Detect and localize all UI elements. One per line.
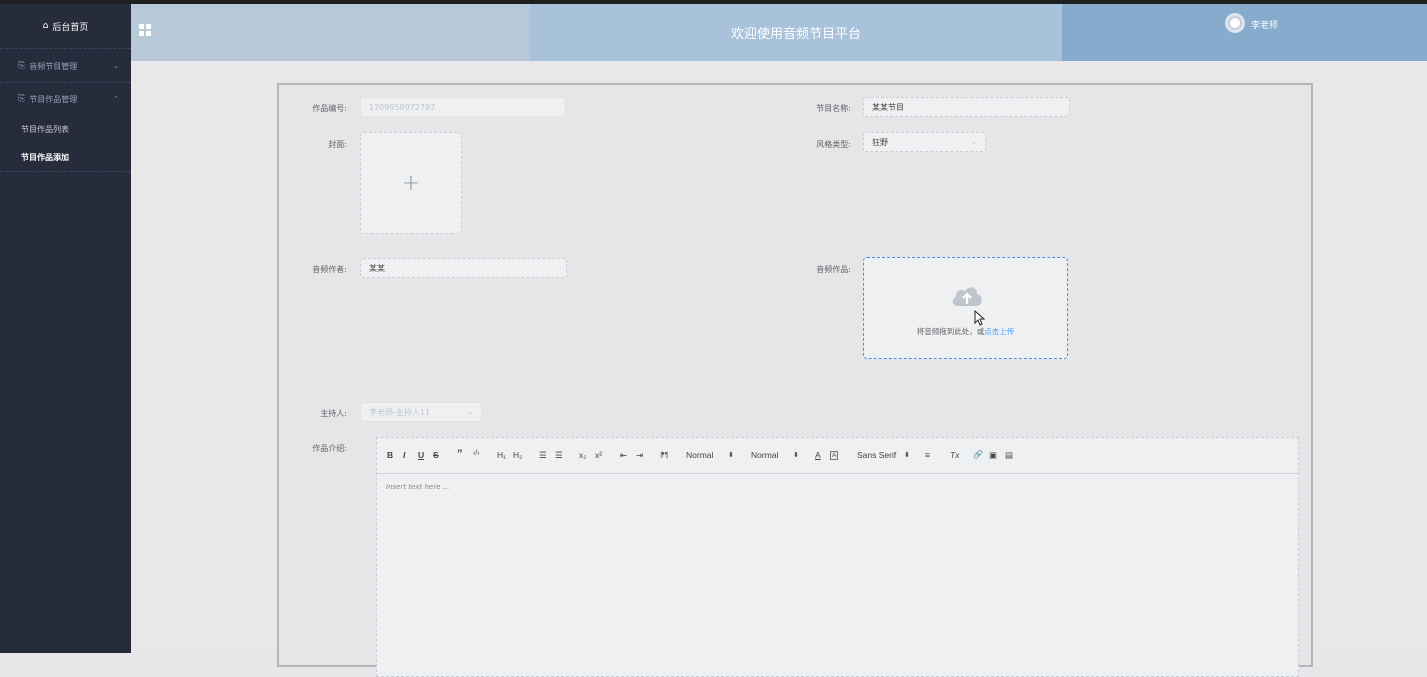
divider: [0, 48, 131, 49]
plus-icon: +: [401, 170, 421, 196]
upload-hint-text: 将音频拖到此处，或: [916, 327, 985, 336]
blockquote-button[interactable]: ”: [457, 448, 463, 460]
style-label: 风格类型:: [816, 140, 851, 149]
page-title: 欢迎使用音频节目平台: [530, 4, 1062, 61]
sidebar-menu-label: 音频节目管理: [29, 61, 78, 71]
home-icon: ⌂: [42, 21, 49, 31]
subscript-button[interactable]: x₂: [579, 450, 587, 460]
sidebar-menu-audio-program[interactable]: ⎘ 音频节目管理 ⌄: [0, 51, 131, 81]
upload-link[interactable]: 点击上传: [984, 327, 1014, 336]
id-field: 1709958972797: [360, 97, 566, 117]
name-label: 节目名称:: [816, 104, 851, 113]
author-label: 音频作者:: [312, 265, 347, 274]
superscript-button[interactable]: x²: [595, 450, 602, 460]
background-color-button[interactable]: A: [830, 451, 839, 460]
grid-menu-icon[interactable]: [139, 24, 151, 36]
work-label: 音频作品:: [816, 265, 851, 274]
code-block-button[interactable]: ‹/›: [473, 450, 480, 457]
sidebar-menu-program-works[interactable]: ⎘ 节目作品管理 ⌃: [0, 84, 131, 114]
indent-button[interactable]: ⇥: [636, 450, 643, 461]
text-color-button[interactable]: A: [815, 450, 821, 460]
sidebar-item-works-add[interactable]: 节目作品添加: [0, 143, 131, 171]
bold-button[interactable]: B: [387, 450, 393, 460]
editor-toolbar: B I U S ” ‹/› H₁ H₂ ☰ ☰ x₂ x² ⇤ ⇥ ⁋¶ Nor…: [377, 438, 1298, 474]
sidebar-home[interactable]: ⌂ 后台首页: [0, 4, 131, 48]
image-button[interactable]: ▣: [989, 450, 997, 461]
font-select[interactable]: Sans Serif: [857, 450, 896, 460]
author-field[interactable]: 某某: [360, 258, 567, 278]
document-icon: ⎘: [18, 94, 26, 104]
editor-placeholder[interactable]: Insert text here ...: [386, 483, 449, 491]
chevron-down-icon: ⌄: [467, 408, 473, 416]
size-select-arrow-icon: ⬍: [728, 452, 734, 459]
outdent-button[interactable]: ⇤: [620, 450, 627, 461]
video-button[interactable]: ▤: [1005, 450, 1013, 461]
style-select[interactable]: 狂野 ⌄: [863, 132, 986, 152]
host-select: 李老师-主持人11 ⌄: [360, 402, 482, 422]
host-select-value: 李老师-主持人11: [369, 407, 431, 417]
chevron-up-icon: ⌃: [113, 95, 119, 103]
header-select-arrow-icon: ⬍: [793, 452, 799, 459]
size-select[interactable]: Normal: [686, 450, 713, 460]
header-2-button[interactable]: H₂: [513, 450, 522, 460]
clean-format-button[interactable]: Tx: [950, 450, 959, 460]
mouse-cursor-icon: [974, 310, 986, 326]
header-1-button[interactable]: H₁: [497, 450, 506, 460]
underline-button[interactable]: U: [418, 450, 424, 460]
style-select-value: 狂野: [872, 137, 888, 147]
strike-button[interactable]: S: [433, 450, 439, 460]
divider: [0, 82, 131, 83]
intro-label: 作品介绍:: [312, 444, 347, 453]
sidebar-menu-label: 节目作品管理: [29, 94, 78, 104]
sidebar-item-works-list[interactable]: 节目作品列表: [0, 115, 131, 143]
name-field[interactable]: 某某节目: [863, 97, 1070, 117]
audio-upload-dropzone[interactable]: 将音频拖到此处，或点击上传: [863, 257, 1068, 359]
cover-label: 封面:: [328, 140, 347, 149]
main-content: 作品编号: 1709958972797 节目名称: 某某节目 封面: + 风格类…: [131, 61, 1427, 677]
chevron-down-icon: ⌄: [971, 138, 977, 146]
ordered-list-button[interactable]: ☰: [539, 450, 547, 461]
cover-upload[interactable]: +: [360, 132, 462, 234]
bullet-list-button[interactable]: ☰: [555, 450, 563, 461]
align-button[interactable]: ≡: [925, 450, 930, 460]
work-form: 作品编号: 1709958972797 节目名称: 某某节目 封面: + 风格类…: [277, 83, 1313, 677]
sidebar-item-label: 节目作品添加: [21, 152, 69, 162]
divider: [0, 171, 131, 172]
user-area[interactable]: 李老师: [1062, 4, 1427, 61]
text-direction-button[interactable]: ⁋¶: [660, 451, 668, 459]
header-select[interactable]: Normal: [751, 450, 778, 460]
upload-hint: 将音频拖到此处，或点击上传: [864, 326, 1067, 337]
chevron-down-icon: ⌄: [113, 62, 119, 70]
italic-button[interactable]: I: [403, 450, 405, 460]
cloud-upload-icon: [952, 287, 982, 306]
sidebar: ⌂ 后台首页 ⎘ 音频节目管理 ⌄ ⎘ 节目作品管理 ⌃ 节目作品列表 节目作品…: [0, 4, 131, 653]
sidebar-item-label: 节目作品列表: [21, 124, 69, 134]
avatar[interactable]: [1225, 13, 1245, 33]
font-select-arrow-icon: ⬍: [904, 452, 910, 459]
id-label: 作品编号:: [312, 104, 347, 113]
header: 欢迎使用音频节目平台 李老师: [131, 4, 1427, 61]
document-icon: ⎘: [18, 61, 26, 71]
rich-text-editor: B I U S ” ‹/› H₁ H₂ ☰ ☰ x₂ x² ⇤ ⇥ ⁋¶ Nor…: [376, 437, 1299, 677]
link-button[interactable]: 🔗: [973, 450, 983, 459]
user-name[interactable]: 李老师: [1251, 18, 1278, 31]
sidebar-home-label: 后台首页: [52, 22, 89, 33]
host-label: 主持人:: [320, 409, 347, 418]
